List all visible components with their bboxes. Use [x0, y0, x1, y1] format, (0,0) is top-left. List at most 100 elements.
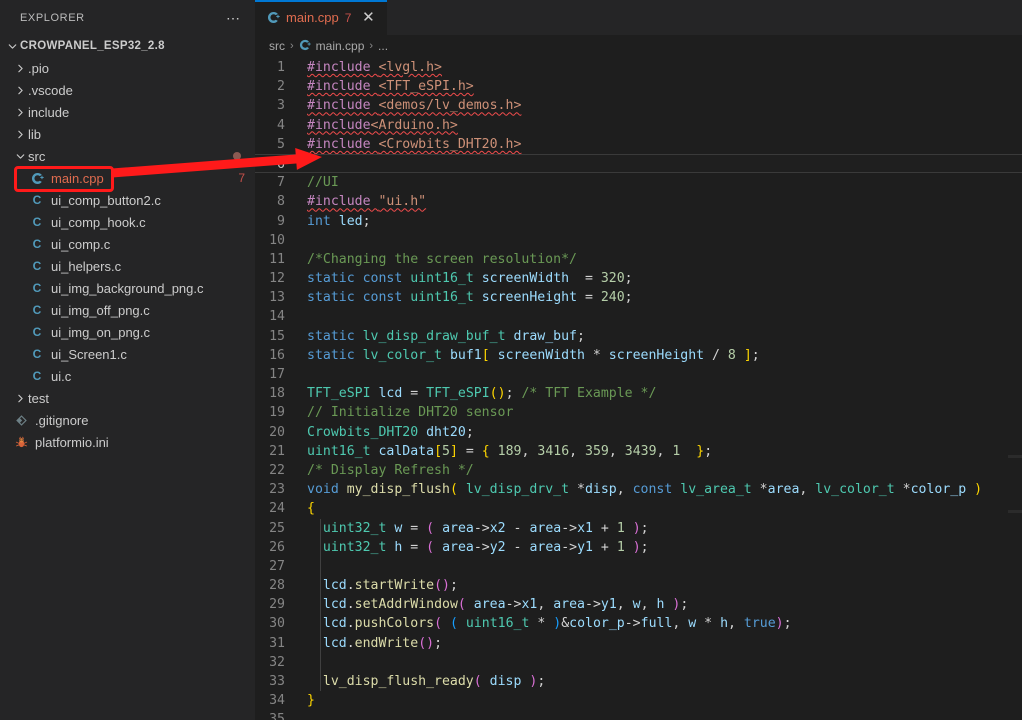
code-line-21[interactable]: 21 uint16_t calData[5] = { 189, 3416, 359… [255, 442, 1022, 461]
code-line-34[interactable]: 34} [255, 691, 1022, 710]
line-number: 28 [269, 578, 285, 594]
line-number: 13 [269, 290, 285, 306]
code-line-25[interactable]: 25 uint32_t w = ( area->x2 - area->x1 + … [255, 518, 1022, 538]
code-line-31[interactable]: 31 lcd.endWrite(); [255, 633, 1022, 653]
code-line-22[interactable]: 22 /* Display Refresh */ [255, 461, 1022, 480]
tree-item-ui-img-off-png-c[interactable]: Cui_img_off_png.c [0, 299, 255, 321]
code-line-35[interactable]: 35 [255, 710, 1022, 720]
breadcrumb-folder[interactable]: src [269, 39, 285, 53]
chevron-down-icon [12, 148, 28, 164]
code-line-5[interactable]: 5 #include <Crowbits_DHT20.h> [255, 135, 1022, 154]
code-editor[interactable]: 1 #include <lvgl.h> 2 #include <TFT_eSPI.h>… [255, 57, 1022, 720]
chevron-right-icon [12, 390, 28, 406]
breadcrumb-file[interactable]: main.cpp [316, 39, 365, 53]
indent-guide [320, 614, 321, 634]
tree-item-include[interactable]: include [0, 101, 255, 123]
line-number: 25 [269, 520, 285, 536]
code-line-33[interactable]: 33 lv_disp_flush_ready( disp ); [255, 672, 1022, 692]
chevron-right-icon [12, 104, 28, 120]
tree-item-ui-screen1-c[interactable]: Cui_Screen1.c [0, 343, 255, 365]
tree-item-ui-comp-hook-c[interactable]: Cui_comp_hook.c [0, 211, 255, 233]
tree-item-platformio-ini[interactable]: platformio.ini [0, 431, 255, 453]
code-text: uint16_t calData[5] = { 189, 3416, 359, … [307, 443, 713, 459]
code-line-24[interactable]: 24 { [255, 499, 1022, 518]
tree-item-label: test [28, 390, 49, 406]
tree-root-crowpanel[interactable]: CROWPANEL_ESP32_2.8 [0, 35, 255, 57]
tree-item-ui-comp-button2-c[interactable]: Cui_comp_button2.c [0, 189, 255, 211]
code-line-15[interactable]: 15 static lv_disp_draw_buf_t draw_buf; [255, 327, 1022, 346]
code-line-16[interactable]: 16 static lv_color_t buf1[ screenWidth * … [255, 346, 1022, 365]
code-text: { [307, 501, 315, 517]
code-line-27[interactable]: 27 [255, 556, 1022, 577]
code-line-1[interactable]: 1 #include <lvgl.h> [255, 58, 1022, 77]
code-line-23[interactable]: 23 void my_disp_flush( lv_disp_drv_t *dis… [255, 480, 1022, 499]
explorer-header: EXPLORER ⋯ [0, 0, 255, 35]
explorer-sidebar: EXPLORER ⋯ CROWPANEL_ESP32_2.8 .pio .vscod… [0, 0, 255, 720]
code-line-20[interactable]: 20 Crowbits_DHT20 dht20; [255, 423, 1022, 442]
tree-item-vscode[interactable]: .vscode [0, 79, 255, 101]
tree-item-pio[interactable]: .pio [0, 57, 255, 79]
c-file-icon: C [32, 303, 42, 317]
line-number: 1 [277, 60, 285, 75]
code-text: lcd.pushColors( ( uint16_t * )&color_p->… [322, 616, 792, 632]
c-file-icon: C [32, 281, 42, 295]
code-text: /* Display Refresh */ [307, 462, 474, 478]
line-number: 12 [269, 271, 285, 287]
chevron-right-icon [12, 60, 28, 76]
code-line-4[interactable]: 4 #include<Arduino.h> [255, 116, 1022, 135]
code-line-12[interactable]: 12 static const uint16_t screenWidth = 32… [255, 269, 1022, 288]
code-line-6[interactable]: 6 [255, 153, 1022, 174]
code-line-28[interactable]: 28 lcd.startWrite(); [255, 576, 1022, 596]
breadcrumb-tail[interactable]: ... [378, 39, 388, 53]
tree-item-label: ui_comp.c [51, 236, 111, 252]
code-line-11[interactable]: 11 /*Changing the screen resolution*/ [255, 250, 1022, 269]
code-text: int led; [307, 213, 371, 229]
line-number: 18 [269, 386, 285, 402]
tree-item-label: .pio [28, 60, 49, 76]
tree-item-label: src [28, 148, 46, 164]
code-text: #include <lvgl.h> [307, 60, 442, 75]
line-number: 15 [269, 328, 285, 344]
code-text: lcd.startWrite(); [322, 578, 458, 594]
tree-item-ui-comp-c[interactable]: Cui_comp.c [0, 233, 255, 255]
tree-item-src[interactable]: src [0, 145, 255, 167]
code-line-32[interactable]: 32 [255, 652, 1022, 672]
code-line-8[interactable]: 8 #include "ui.h" [255, 192, 1022, 211]
chevron-right-icon [12, 82, 28, 98]
code-line-9[interactable]: 9 int led; [255, 212, 1022, 231]
ellipsis-icon[interactable]: ⋯ [220, 9, 247, 27]
tree-item-lib[interactable]: lib [0, 123, 255, 145]
indent-guide [320, 537, 321, 557]
code-text: uint32_t w = ( area->x2 - area->x1 + 1 )… [322, 520, 649, 536]
code-line-26[interactable]: 26 uint32_t h = ( area->y2 - area->y1 + … [255, 537, 1022, 557]
code-line-18[interactable]: 18 TFT_eSPI lcd = TFT_eSPI(); /* TFT Exam… [255, 384, 1022, 403]
indent-guide [320, 556, 321, 577]
tree-item-ui-img-background-png-c[interactable]: Cui_img_background_png.c [0, 277, 255, 299]
indent-guide [320, 652, 321, 672]
code-line-19[interactable]: 19 // Initialize DHT20 sensor [255, 403, 1022, 422]
close-icon[interactable]: ✕ [359, 9, 377, 27]
tree-item-test[interactable]: test [0, 387, 255, 409]
file-tree: CROWPANEL_ESP32_2.8 .pio .vscode include lib… [0, 35, 255, 453]
chevron-right-icon-2: › [369, 40, 374, 52]
code-line-14[interactable]: 14 [255, 307, 1022, 326]
code-line-2[interactable]: 2 #include <TFT_eSPI.h> [255, 77, 1022, 96]
tree-item-gitignore[interactable]: .gitignore [0, 409, 255, 431]
code-line-10[interactable]: 10 [255, 231, 1022, 250]
code-line-17[interactable]: 17 [255, 365, 1022, 384]
code-text: // Initialize DHT20 sensor [307, 405, 514, 421]
code-text: #include <TFT_eSPI.h> [307, 79, 474, 95]
tree-item-main-cpp[interactable]: main.cpp 7 [0, 167, 255, 189]
line-number: 19 [269, 405, 285, 421]
code-line-3[interactable]: 3 #include <demos/lv_demos.h> [255, 96, 1022, 115]
tree-item-ui-c[interactable]: Cui.c [0, 365, 255, 387]
tree-item-ui-helpers-c[interactable]: Cui_helpers.c [0, 255, 255, 277]
code-line-7[interactable]: 7 //UI [255, 173, 1022, 192]
tree-item-ui-img-on-png-c[interactable]: Cui_img_on_png.c [0, 321, 255, 343]
tab-main-cpp[interactable]: main.cpp 7 ✕ [255, 0, 389, 35]
code-line-29[interactable]: 29 lcd.setAddrWindow( area->x1, area->y1… [255, 595, 1022, 615]
c-file-icon: C [32, 193, 42, 207]
code-line-13[interactable]: 13 static const uint16_t screenHeight = 2… [255, 288, 1022, 307]
line-number: 24 [269, 501, 285, 517]
code-line-30[interactable]: 30 lcd.pushColors( ( uint16_t * )&color_… [255, 614, 1022, 634]
